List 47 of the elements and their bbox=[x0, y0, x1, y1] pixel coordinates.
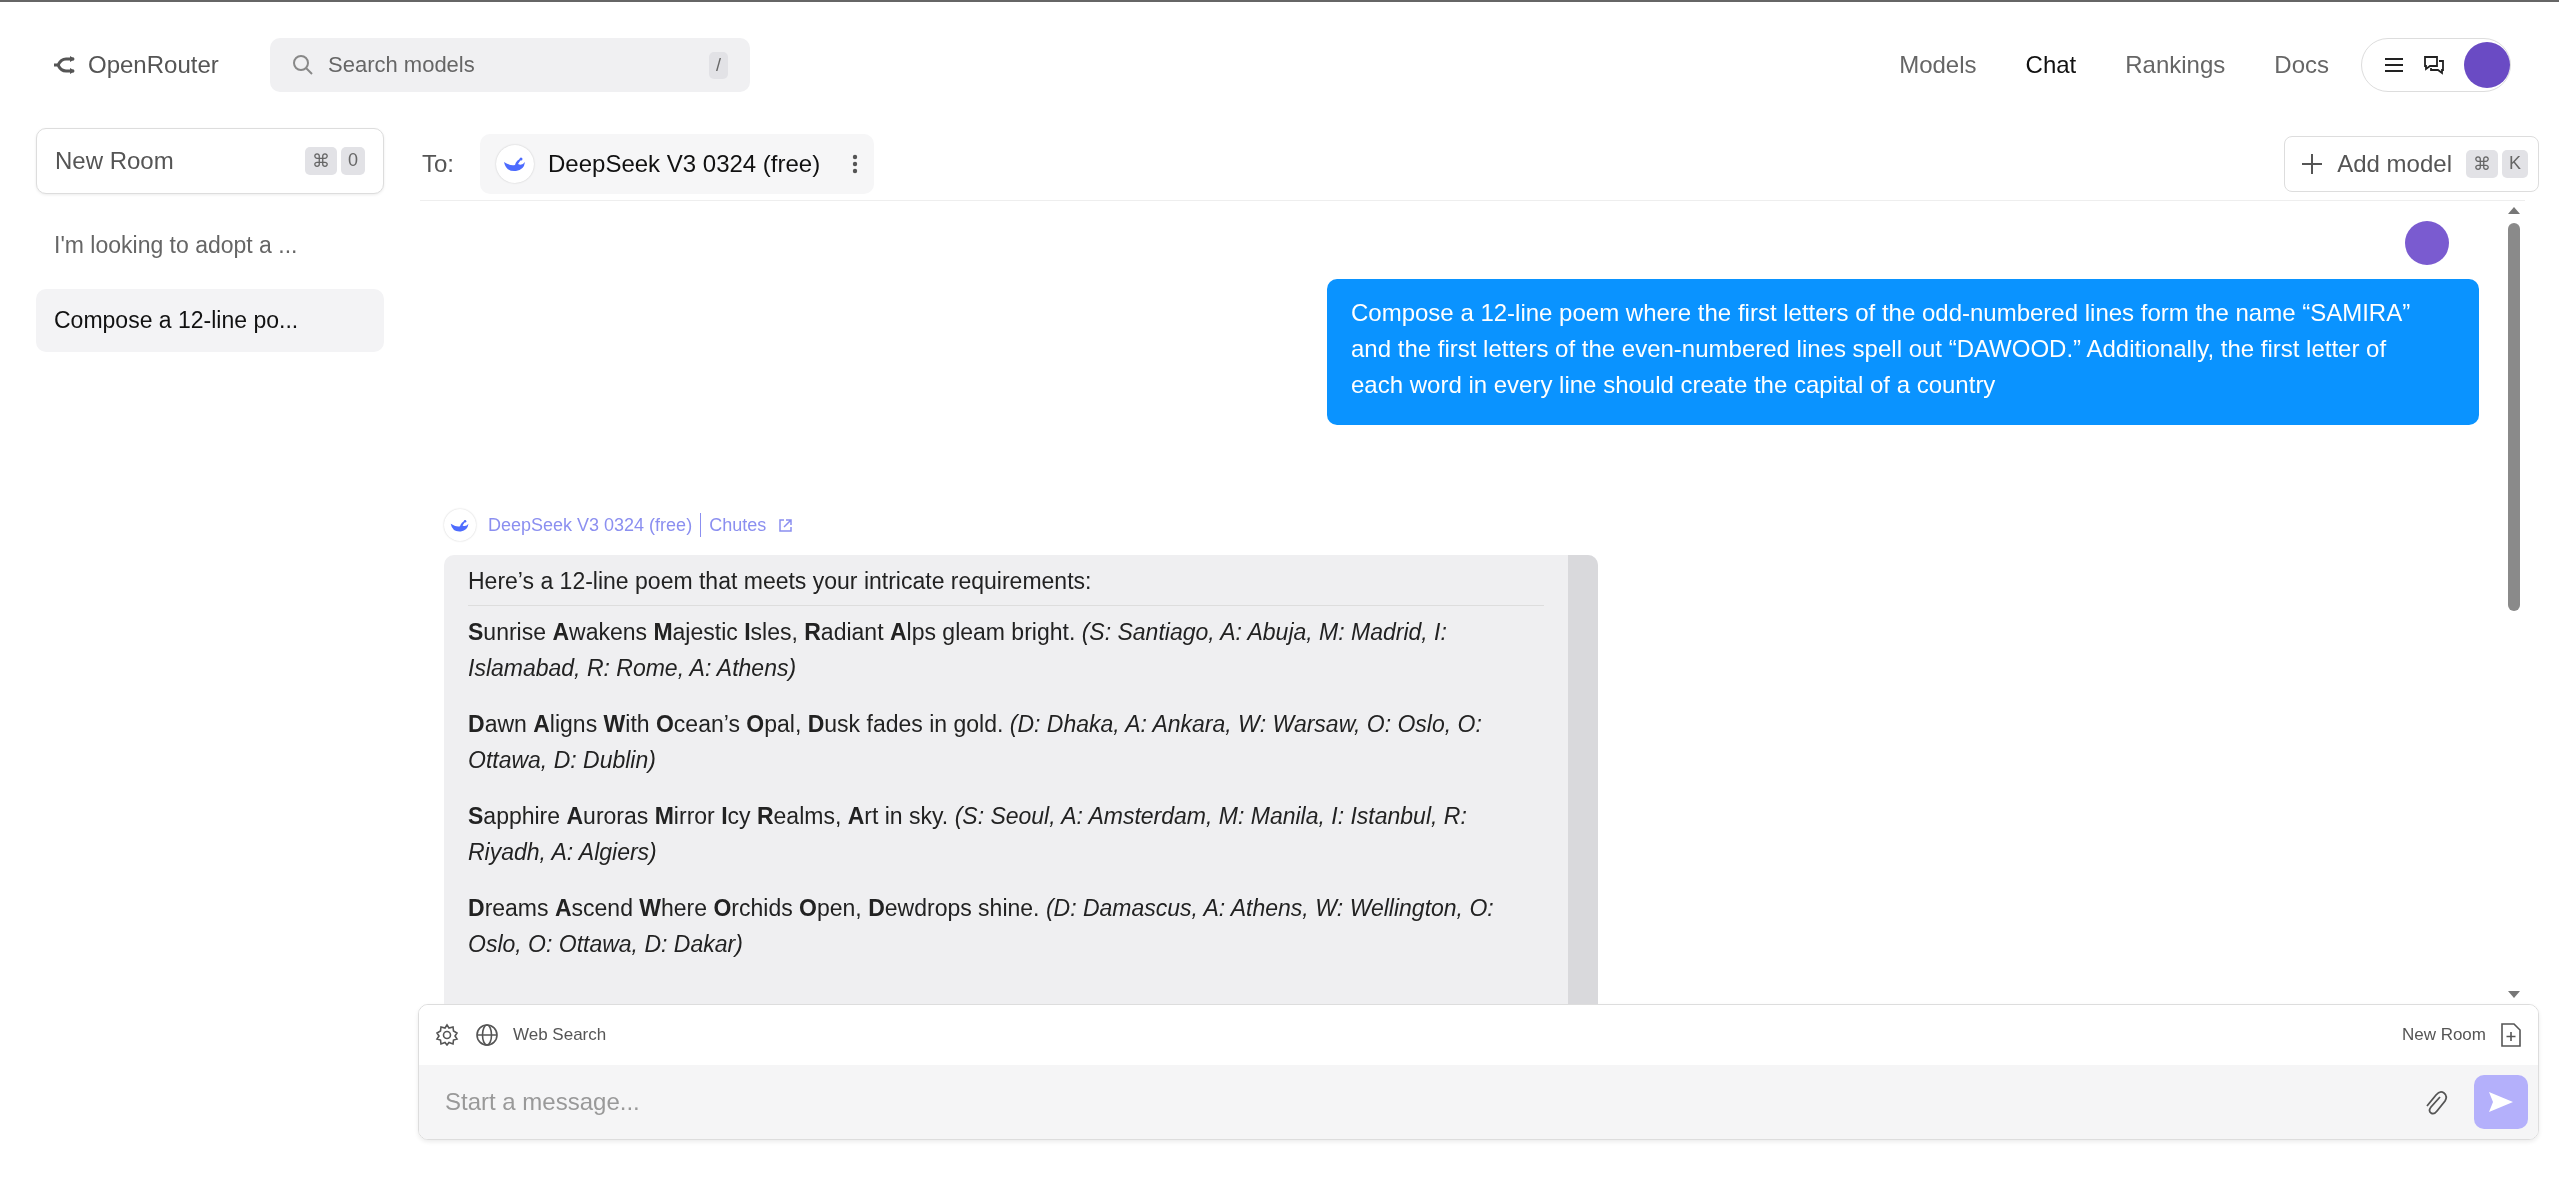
search-field[interactable]: Search models / bbox=[270, 38, 750, 92]
scroll-down-icon[interactable] bbox=[2507, 990, 2521, 1000]
user-avatar bbox=[2405, 221, 2449, 265]
whale-icon bbox=[444, 509, 476, 541]
plus-icon bbox=[2301, 153, 2324, 175]
shortcut-key: / bbox=[709, 51, 728, 79]
shortcut-key: 0 bbox=[341, 147, 365, 175]
room-item[interactable]: Compose a 12-line po... bbox=[36, 289, 384, 352]
model-chip[interactable]: DeepSeek V3 0324 (free) bbox=[480, 134, 875, 194]
poem-line: Sunrise Awakens Majestic Isles, Radiant Alps gleam bright. (S: Santiago, A: Abuja, M: Madrid, I: Islamabad, R: Rome, A: Athens) bbox=[468, 618, 1448, 683]
nav-link[interactable]: Rankings bbox=[2125, 51, 2226, 79]
poem-line: Dreams Ascend Where Orchids Open, Dewdrops shine. (D: Damascus, A: Athens, W: Wellington, O: Oslo, O: Ottawa, D: Dakar) bbox=[468, 894, 1495, 959]
menu-icon bbox=[2384, 57, 2404, 73]
to-label: To: bbox=[422, 150, 454, 178]
web-search-button[interactable]: Web Search bbox=[475, 1023, 607, 1047]
new-room-button[interactable]: New Room ⌘ 0 bbox=[36, 128, 384, 194]
whale-icon bbox=[496, 145, 534, 183]
search-input[interactable]: Search models bbox=[326, 51, 697, 79]
poem-line: Sapphire Auroras Mirror Icy Realms, Art in sky. (S: Seoul, A: Amsterdam, M: Manila, I: Istanbul, R: Riyadh, A: Algiers) bbox=[468, 802, 1468, 867]
settings-icon[interactable] bbox=[435, 1023, 459, 1047]
logo-text[interactable]: OpenRouter bbox=[88, 51, 219, 79]
message-input[interactable]: Start a message... bbox=[443, 1087, 2396, 1117]
nav-link[interactable]: Docs bbox=[2274, 51, 2329, 79]
new-file-icon bbox=[2500, 1022, 2522, 1048]
shortcut-key: ⌘ bbox=[305, 147, 337, 175]
send-icon bbox=[2487, 1090, 2515, 1114]
model-name: DeepSeek V3 0324 (free) bbox=[488, 514, 693, 536]
shortcut-key: ⌘ bbox=[2466, 150, 2498, 178]
more-icon[interactable] bbox=[852, 153, 859, 175]
shortcut-key: K bbox=[2502, 150, 2528, 178]
add-model-button[interactable]: Add model ⌘ K bbox=[2284, 136, 2539, 192]
chat-bubbles-icon bbox=[2422, 54, 2446, 76]
poem-line: Dawn Aligns With Ocean’s Opal, Dusk fades in gold. (D: Dhaka, A: Ankara, W: Warsaw, O: Oslo, O: Ottawa, D: Dublin) bbox=[468, 710, 1483, 775]
card-scrollbar[interactable] bbox=[1568, 555, 1598, 1004]
room-item[interactable]: I'm looking to adopt a ... bbox=[36, 214, 384, 277]
scroll-up-icon[interactable] bbox=[2507, 205, 2521, 215]
user-message: Compose a 12-line poem where the first letters of the odd-numbered lines form the name “SAMIRA” and the first letters of the even-numbered lines spell out “DAWOOD.” Additionally, the first letter of each word in every line should create the capital of a country bbox=[1327, 279, 2479, 425]
avatar bbox=[2464, 42, 2510, 88]
new-room-button[interactable]: New Room bbox=[2401, 1022, 2522, 1048]
external-link-icon[interactable] bbox=[778, 517, 794, 533]
logo-icon bbox=[52, 55, 76, 75]
globe-icon bbox=[475, 1023, 499, 1047]
nav-link[interactable]: Models bbox=[1899, 51, 1977, 79]
nav-link[interactable]: Chat bbox=[2025, 51, 2077, 79]
search-icon bbox=[292, 54, 314, 76]
message-field[interactable]: Start a message... bbox=[419, 1065, 2538, 1139]
message-paragraph: Here’s a 12-line poem that meets your intricate requirements: bbox=[468, 563, 1544, 606]
